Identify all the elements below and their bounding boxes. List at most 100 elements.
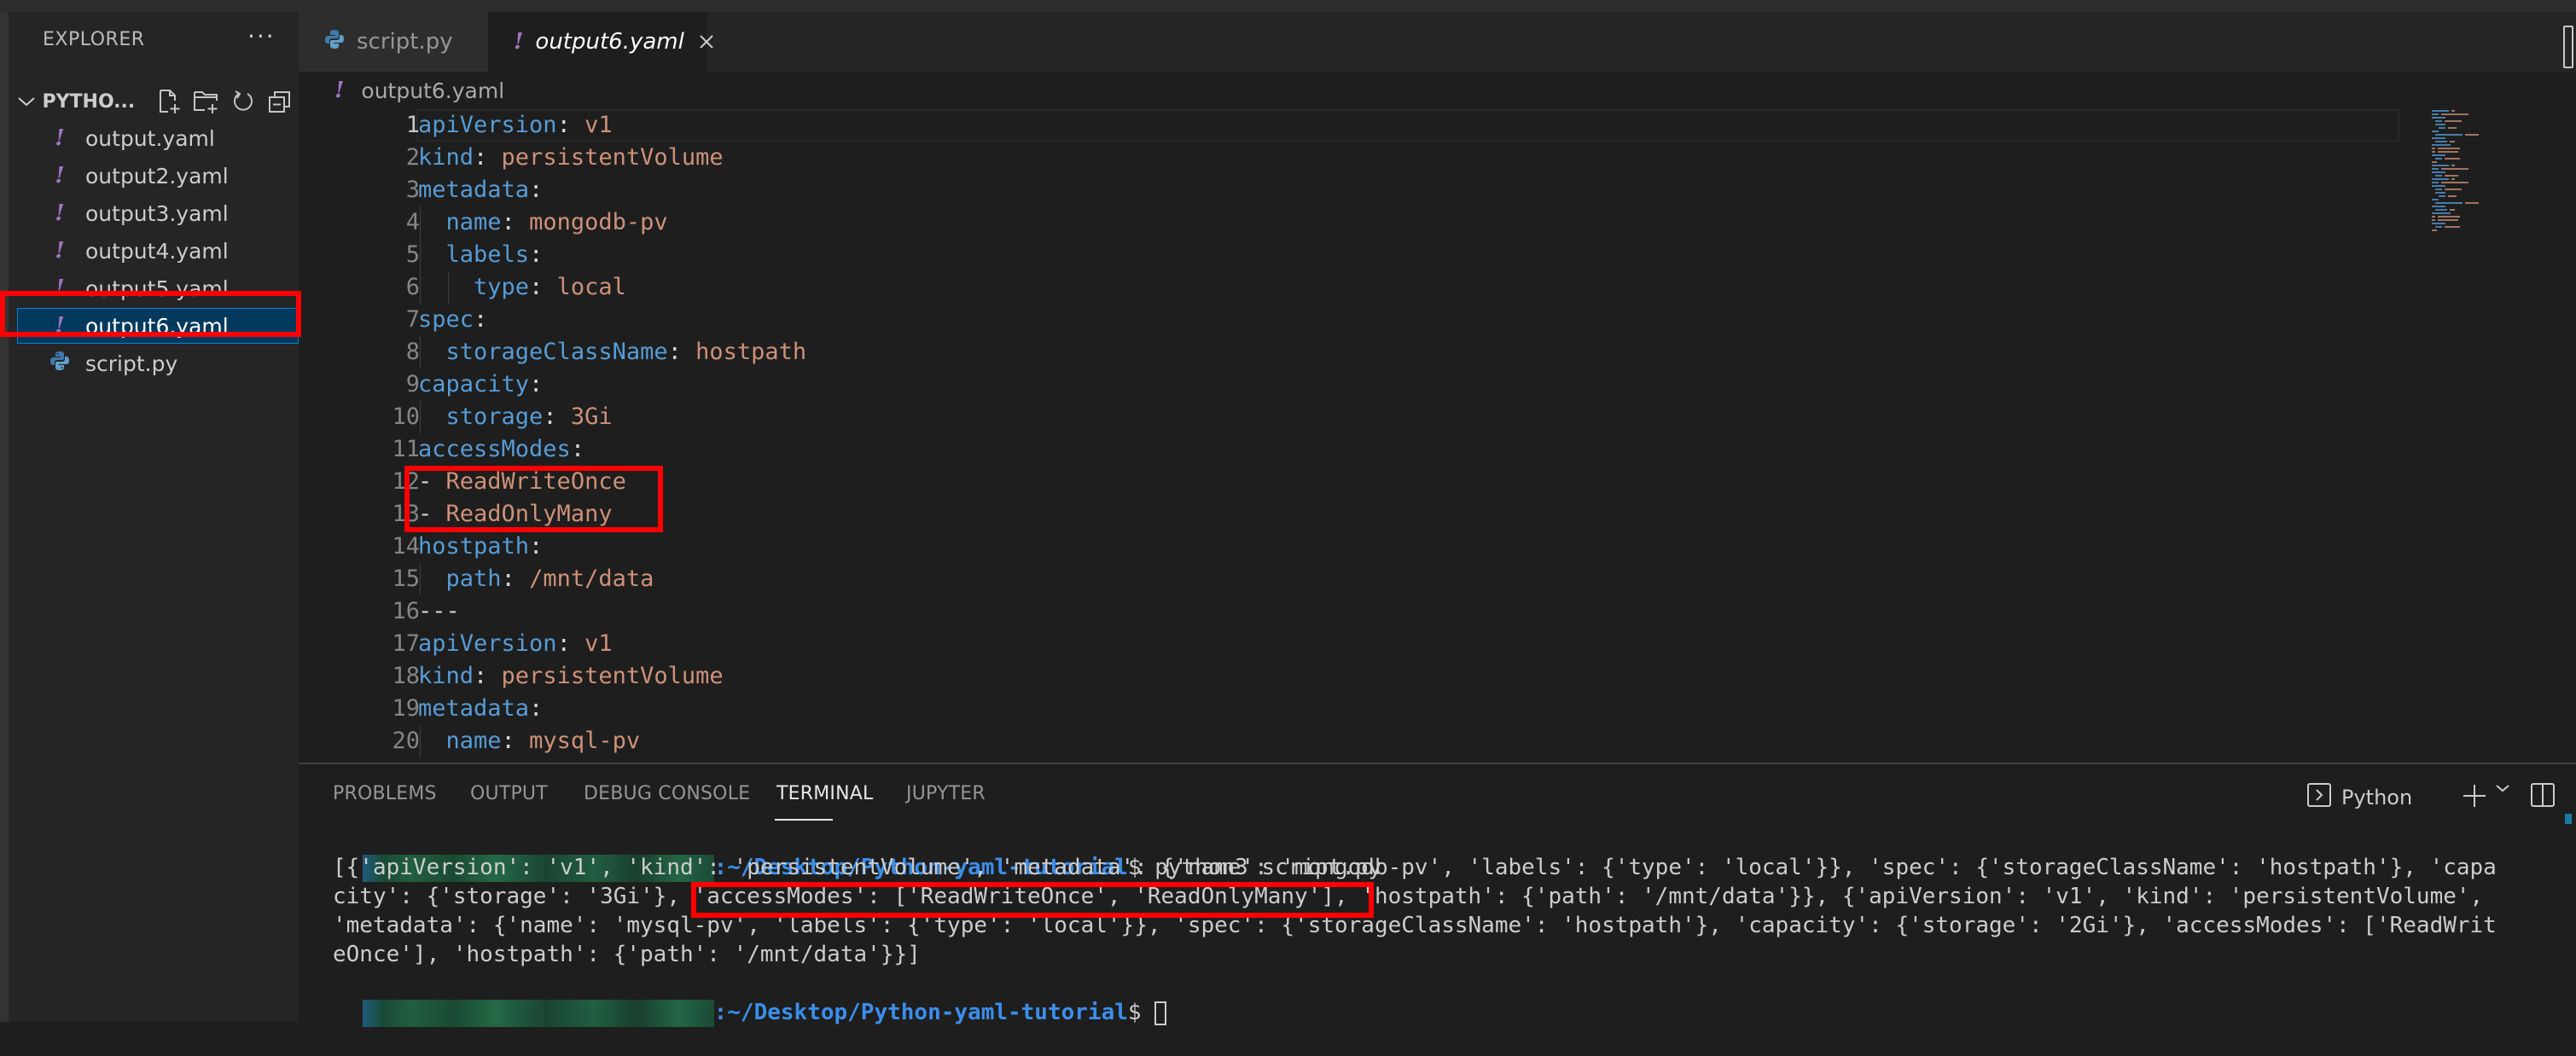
code-line[interactable]: 13- ReadOnlyMany [299,498,2415,531]
line-number: 7 [405,306,420,333]
window-title-strip [0,0,2576,12]
indent-guide [420,401,421,433]
indent-guide [420,239,421,271]
tab-output6-yaml[interactable]: ! output6.yaml [488,12,713,72]
file-name: output5.yaml [85,276,229,301]
code-text: metadata: [418,695,544,722]
terminal-prompt-line: :~/Desktop/Python-yaml-tutorial$ [309,969,1167,1027]
line-number: 19 [392,695,420,722]
code-text: name: mongodb-pv [445,209,668,235]
terminal-profile-label[interactable]: Python [2307,783,2412,812]
code-text: kind: persistentVolume [418,144,724,171]
output-text: 'hostpath': {'path': '/mnt/data'}}, {'ap… [1347,884,2484,909]
terminal-icon [2307,783,2331,812]
panel-tab-output[interactable]: OUTPUT [470,783,548,804]
line-number: 11 [392,436,420,462]
line-number: 5 [405,241,420,268]
line-number: 9 [405,371,420,397]
code-line[interactable]: 10 storage: 3Gi [299,401,2415,433]
explorer-sidebar: EXPLORER ··· PYTHO... ! output.yaml ! ou… [9,12,299,1022]
collapse-all-icon[interactable] [262,87,299,116]
code-line[interactable]: 12- ReadWriteOnce [299,466,2415,498]
code-line[interactable]: 16 --- [299,595,2415,628]
code-line[interactable]: 11 accessModes: [299,433,2415,466]
chevron-down-icon [17,91,42,113]
file-name: output6.yaml [85,313,229,339]
code-line[interactable]: 3 metadata: [299,174,2415,206]
code-editor[interactable]: 1 apiVersion: v1 2 kind: persistentVolume 3 m… [299,109,2432,762]
terminal-output-line: 'metadata': {'name': 'mysql-pv', 'labels… [333,913,2497,938]
code-line[interactable]: 18 kind: persistentVolume [299,660,2415,693]
code-line[interactable]: 5 labels: [299,239,2415,271]
yaml-key: accessModes [418,436,571,462]
yaml-value: ReadWriteOnce [445,468,626,495]
refresh-icon[interactable] [225,87,262,116]
indent-guide [420,271,421,304]
panel-tab-problems[interactable]: PROBLEMS [333,783,437,804]
code-line[interactable]: 14 hostpath: [299,531,2415,563]
code-line[interactable]: 17 apiVersion: v1 [299,628,2415,660]
yaml-key: metadata [418,695,530,722]
code-text: - ReadOnlyMany [418,501,613,527]
line-number: 3 [405,177,420,203]
file-item-output-yaml[interactable]: ! output.yaml [17,120,299,156]
panel-tab-jupyter[interactable]: JUPYTER [906,783,986,804]
editor-tab-bar: script.py ! output6.yaml [299,12,2576,72]
yaml-key: apiVersion [418,630,557,657]
code-line[interactable]: 7 spec: [299,304,2415,336]
terminal-scroll-marker [2565,814,2572,824]
code-line[interactable]: 1 apiVersion: v1 [299,109,2415,142]
file-item-output2-yaml[interactable]: ! output2.yaml [17,158,299,194]
code-line[interactable]: 19 metadata: [299,693,2415,725]
split-terminal-button[interactable] [2531,783,2555,807]
panel-tab-debug-console[interactable]: DEBUG CONSOLE [584,783,750,804]
code-text: type: local [474,274,626,300]
code-line[interactable]: 8 storageClassName: hostpath [299,336,2415,368]
file-item-output3-yaml[interactable]: ! output3.yaml [17,195,299,231]
terminal-cursor [1154,1001,1167,1025]
close-tab-icon[interactable] [698,28,715,56]
terminal-dropdown-button[interactable] [2495,783,2510,793]
breadcrumb-file[interactable]: output6.yaml [361,78,504,103]
file-item-output5-yaml[interactable]: ! output5.yaml [17,270,299,306]
new-folder-icon[interactable] [188,87,224,116]
yaml-value: v1 [584,630,613,657]
yaml-icon: ! [55,125,65,151]
yaml-value: 3Gi [570,403,613,430]
editor-scrollbar-thumb[interactable] [2563,26,2573,68]
code-line[interactable]: 9 capacity: [299,368,2415,401]
code-text: - ReadWriteOnce [418,468,626,495]
file-name: output3.yaml [85,200,229,226]
yaml-icon: ! [55,200,65,226]
yaml-value: local [556,274,626,300]
code-line[interactable]: 2 kind: persistentVolume [299,142,2415,174]
more-actions-button[interactable]: ··· [247,22,276,50]
project-folder-header[interactable]: PYTHO... [17,87,299,116]
tab-script-py[interactable]: script.py [299,12,488,72]
chevron-down-icon [2496,785,2509,792]
yaml-key: name [445,209,502,235]
code-text: spec: [418,306,488,333]
file-item-output4-yaml[interactable]: ! output4.yaml [17,233,299,269]
code-line[interactable]: 6 type: local [299,271,2415,304]
terminal-output-line: [{'apiVersion': 'v1', 'kind': 'persisten… [333,855,2497,880]
highlighted-output-text: 'accessModes': ['ReadWriteOnce', 'ReadOn… [693,884,1348,909]
line-number: 15 [392,566,420,592]
code-line[interactable]: 15 path: /mnt/data [299,563,2415,595]
code-text: path: /mnt/data [445,566,654,592]
file-item-output6-yaml[interactable]: ! output6.yaml [17,308,299,344]
terminal-output-line: eOnce'], 'hostpath': {'path': '/mnt/data… [333,942,921,967]
yaml-icon: ! [55,238,65,264]
indent-guide [420,336,421,368]
code-line[interactable]: 20 name: mysql-pv [299,725,2415,757]
line-number: 13 [392,501,420,527]
new-file-icon[interactable] [151,87,188,116]
code-line[interactable]: 4 name: mongodb-pv [299,206,2415,239]
yaml-key: name [445,728,502,754]
panel-tab-terminal[interactable]: TERMINAL [776,783,873,804]
yaml-key: spec [418,306,474,333]
new-terminal-button[interactable] [2462,783,2487,809]
minimap[interactable] [2432,109,2551,280]
line-number: 16 [392,598,420,624]
file-item-script-py[interactable]: script.py [17,345,299,381]
